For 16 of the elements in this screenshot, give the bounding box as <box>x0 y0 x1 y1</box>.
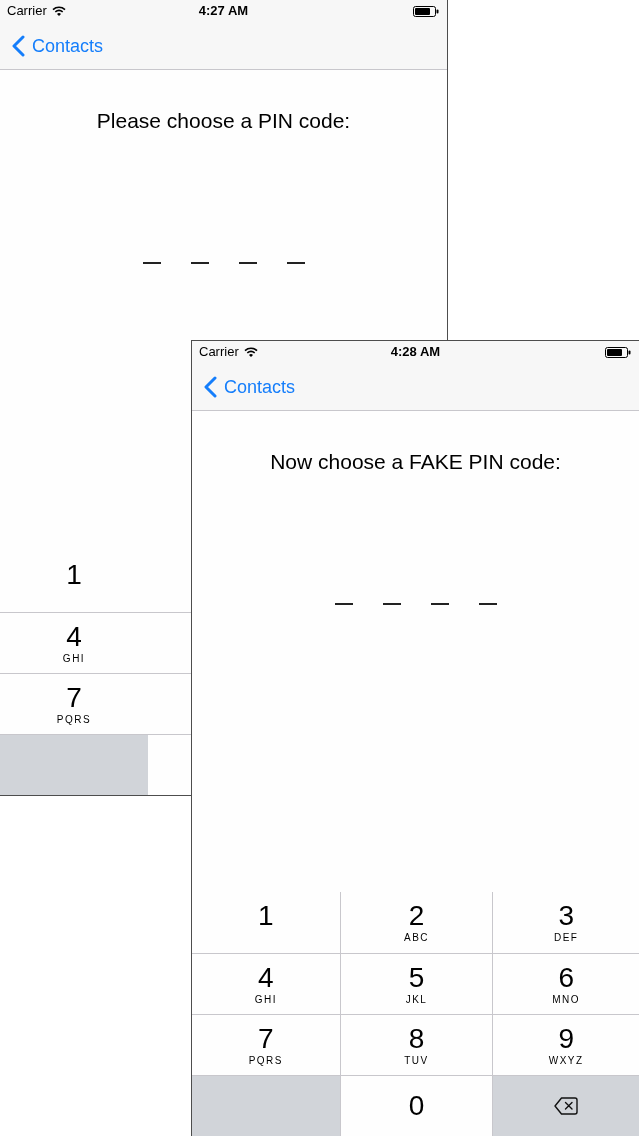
back-button[interactable]: Contacts <box>204 375 296 398</box>
wifi-icon <box>51 6 66 16</box>
pin-prompt: Now choose a FAKE PIN code: <box>270 450 561 474</box>
clock-time: 4:27 AM <box>198 3 249 19</box>
pin-prompt: Please choose a PIN code: <box>96 109 351 133</box>
backspace-icon <box>554 1097 579 1115</box>
delete-key[interactable] <box>492 1076 639 1136</box>
clock-time: 4:28 AM <box>390 344 441 360</box>
battery-icon <box>605 346 631 358</box>
chevron-left-icon <box>204 375 217 398</box>
carrier-label: Carrier <box>199 344 239 360</box>
back-button[interactable]: Contacts <box>12 34 104 57</box>
wifi-icon <box>243 347 258 357</box>
battery-icon <box>413 5 439 17</box>
carrier-label: Carrier <box>7 3 47 19</box>
chevron-left-icon <box>12 34 25 57</box>
